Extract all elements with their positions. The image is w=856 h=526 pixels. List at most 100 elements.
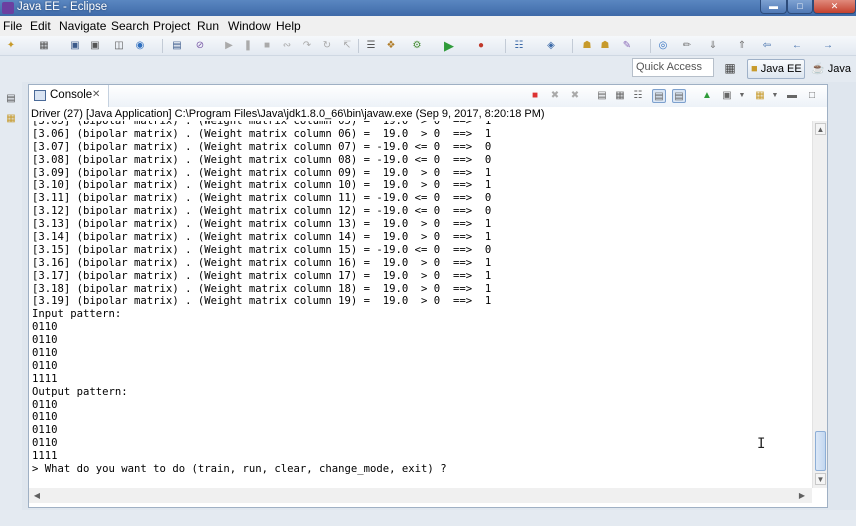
terminate-icon[interactable]: ■ bbox=[528, 89, 542, 103]
console-line: 0110 bbox=[32, 334, 58, 347]
console-output[interactable]: [3.05] (bipolar matrix) . (Weight matrix… bbox=[29, 121, 812, 488]
minimize-button[interactable]: ▬ bbox=[760, 0, 787, 14]
step-return-icon[interactable]: ↸ bbox=[340, 39, 354, 52]
console-line: > What do you want to do (train, run, cl… bbox=[32, 463, 447, 476]
show-on-stdout-icon[interactable]: ▤ bbox=[652, 89, 666, 103]
menu-project[interactable]: Project bbox=[153, 19, 190, 33]
perspective-java-ee-label: Java EE bbox=[760, 63, 802, 75]
console-line: [3.12] (bipolar matrix) . (Weight matrix… bbox=[32, 205, 492, 218]
menu-bar: File Edit Navigate Search Project Run Wi… bbox=[0, 16, 856, 36]
title-bar: Java EE - Eclipse ▬ □ ✕ bbox=[0, 0, 856, 16]
terminate-icon[interactable]: ■ bbox=[260, 39, 274, 52]
quick-access-input[interactable]: Quick Access bbox=[632, 58, 714, 77]
maximize-view-icon[interactable]: □ bbox=[805, 89, 819, 103]
run-external-icon[interactable]: ● bbox=[474, 39, 488, 52]
console-line: [3.19] (bipolar matrix) . (Weight matrix… bbox=[32, 295, 492, 308]
restore-icon[interactable]: ▤ bbox=[4, 92, 18, 106]
scroll-left-icon[interactable]: ◀ bbox=[31, 490, 43, 501]
save-icon[interactable]: ▣ bbox=[68, 39, 82, 52]
display-selected-console-icon[interactable]: ▣ bbox=[720, 89, 734, 103]
open-task-icon[interactable]: ☗ bbox=[598, 39, 612, 52]
menu-help[interactable]: Help bbox=[276, 19, 301, 33]
open-perspective-icon[interactable]: ▦ bbox=[722, 60, 738, 76]
new-icon[interactable]: ✦ bbox=[4, 39, 18, 52]
java-ee-icon: ■ bbox=[751, 63, 758, 75]
minimize-view-icon[interactable]: ▬ bbox=[785, 89, 799, 103]
menu-edit[interactable]: Edit bbox=[30, 19, 51, 33]
console-line: 0110 bbox=[32, 398, 58, 411]
save-all-icon[interactable]: ▣ bbox=[88, 39, 102, 52]
external-tools-icon[interactable]: ☰ bbox=[364, 39, 378, 52]
menu-run[interactable]: Run bbox=[197, 19, 219, 33]
console-line: [3.15] (bipolar matrix) . (Weight matrix… bbox=[32, 243, 492, 256]
vertical-scroll-thumb[interactable] bbox=[815, 431, 826, 471]
show-on-stderr-icon[interactable]: ▤ bbox=[672, 89, 686, 103]
resume-icon[interactable]: ▶ bbox=[222, 39, 236, 52]
vertical-scrollbar[interactable]: ▲ ▼ bbox=[812, 121, 827, 488]
console-line: 0110 bbox=[32, 437, 58, 450]
print-icon[interactable]: ◫ bbox=[112, 39, 126, 52]
console-line: [3.18] (bipolar matrix) . (Weight matrix… bbox=[32, 282, 492, 295]
clear-console-icon[interactable]: ▤ bbox=[595, 89, 609, 103]
horizontal-scrollbar[interactable]: ◀ ▶ bbox=[29, 488, 812, 503]
console-line: 0110 bbox=[32, 424, 58, 437]
new-wizard-icon[interactable]: ▦ bbox=[37, 39, 51, 52]
console-line: [3.09] (bipolar matrix) . (Weight matrix… bbox=[32, 166, 492, 179]
perspective-java-ee[interactable]: ■ Java EE bbox=[747, 59, 805, 79]
console-line: [3.11] (bipolar matrix) . (Weight matrix… bbox=[32, 192, 492, 205]
open-console-dropdown-icon[interactable]: ▼ bbox=[768, 89, 782, 103]
open-console-icon[interactable]: ▦ bbox=[753, 89, 767, 103]
last-edit-icon[interactable]: ⇦ bbox=[760, 39, 774, 52]
annotation-icon[interactable]: ✏ bbox=[680, 39, 694, 52]
menu-navigate[interactable]: Navigate bbox=[59, 19, 106, 33]
menu-window[interactable]: Window bbox=[228, 19, 271, 33]
scroll-up-icon[interactable]: ▲ bbox=[815, 123, 826, 135]
menu-search[interactable]: Search bbox=[111, 19, 149, 33]
console-description: Driver (27) [Java Application] C:\Progra… bbox=[29, 107, 827, 121]
console-view-icon[interactable]: ▤ bbox=[170, 39, 184, 52]
disconnect-icon[interactable]: ∾ bbox=[280, 39, 294, 52]
open-type-icon[interactable]: ☗ bbox=[580, 39, 594, 52]
scroll-down-icon[interactable]: ▼ bbox=[815, 473, 826, 485]
console-line: Output pattern: bbox=[32, 385, 128, 398]
console-line: [3.07] (bipolar matrix) . (Weight matrix… bbox=[32, 140, 492, 153]
build-icon[interactable]: ❖ bbox=[384, 39, 398, 52]
skip-breakpoints-icon[interactable]: ⊘ bbox=[193, 39, 207, 52]
remove-all-launches-icon[interactable]: ✖ bbox=[568, 89, 582, 103]
web-browser-icon[interactable]: ◎ bbox=[656, 39, 670, 52]
display-console-dropdown-icon[interactable]: ▼ bbox=[735, 89, 749, 103]
forward-icon[interactable]: → bbox=[821, 39, 835, 52]
console-line: [3.16] (bipolar matrix) . (Weight matrix… bbox=[32, 256, 492, 269]
previous-annotation-icon[interactable]: ⇑ bbox=[735, 39, 749, 52]
server-icon[interactable]: ◉ bbox=[133, 39, 147, 52]
tab-console[interactable]: Console ✕ bbox=[29, 85, 109, 107]
new-package-icon[interactable]: ◈ bbox=[544, 39, 558, 52]
pin-console-icon[interactable]: ▲ bbox=[700, 89, 714, 103]
debug-icon[interactable]: ⚙ bbox=[410, 39, 424, 52]
remove-launch-icon[interactable]: ✖ bbox=[548, 89, 562, 103]
close-window-button[interactable]: ✕ bbox=[813, 0, 856, 14]
run-icon[interactable]: ▶ bbox=[442, 39, 456, 52]
perspective-java[interactable]: ☕ Java bbox=[809, 59, 855, 79]
console-line: [3.10] (bipolar matrix) . (Weight matrix… bbox=[32, 179, 492, 192]
suspend-icon[interactable]: ❚ bbox=[241, 39, 255, 52]
java-icon: ☕ bbox=[811, 63, 825, 75]
step-into-icon[interactable]: ↷ bbox=[300, 39, 314, 52]
console-line: 0110 bbox=[32, 321, 58, 334]
scroll-right-icon[interactable]: ▶ bbox=[796, 490, 808, 501]
new-java-project-icon[interactable]: ☷ bbox=[512, 39, 526, 52]
menu-file[interactable]: File bbox=[3, 19, 22, 33]
back-icon[interactable]: ← bbox=[790, 39, 804, 52]
maximize-button[interactable]: □ bbox=[787, 0, 813, 14]
console-line: 0110 bbox=[32, 411, 58, 424]
project-explorer-icon[interactable]: ▦ bbox=[4, 112, 18, 126]
console-line: [3.14] (bipolar matrix) . (Weight matrix… bbox=[32, 231, 492, 244]
next-annotation-icon[interactable]: ⇓ bbox=[706, 39, 720, 52]
step-over-icon[interactable]: ↻ bbox=[320, 39, 334, 52]
scroll-lock-icon[interactable]: ▦ bbox=[613, 89, 627, 103]
console-line: 0110 bbox=[32, 359, 58, 372]
search-icon[interactable]: ✎ bbox=[620, 39, 634, 52]
word-wrap-icon[interactable]: ☷ bbox=[631, 89, 645, 103]
console-view: Console ✕ ■ ✖ ✖ ▤ ▦ ☷ ▤ ▤ ▲ ▣ ▼ ▦ ▼ ▬ □ … bbox=[28, 84, 828, 508]
close-tab-icon[interactable]: ✕ bbox=[92, 89, 100, 100]
